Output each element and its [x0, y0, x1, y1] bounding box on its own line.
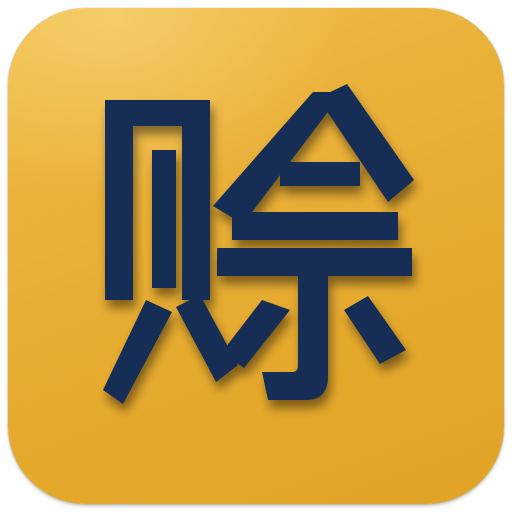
shi-right-dot	[344, 296, 406, 364]
roof-left	[213, 92, 343, 224]
app-icon-stage: 赊	[0, 0, 512, 512]
radical-bei-left-foot	[103, 300, 172, 404]
glyph-icon	[103, 84, 414, 404]
roof-bar	[280, 162, 360, 186]
shi-mid	[217, 248, 412, 276]
shi-stem	[262, 276, 328, 400]
shi-top	[232, 212, 398, 240]
shi-left-dot	[222, 300, 290, 368]
radical-bei-inner	[152, 150, 176, 288]
radical-bei-right-foot	[176, 295, 238, 382]
